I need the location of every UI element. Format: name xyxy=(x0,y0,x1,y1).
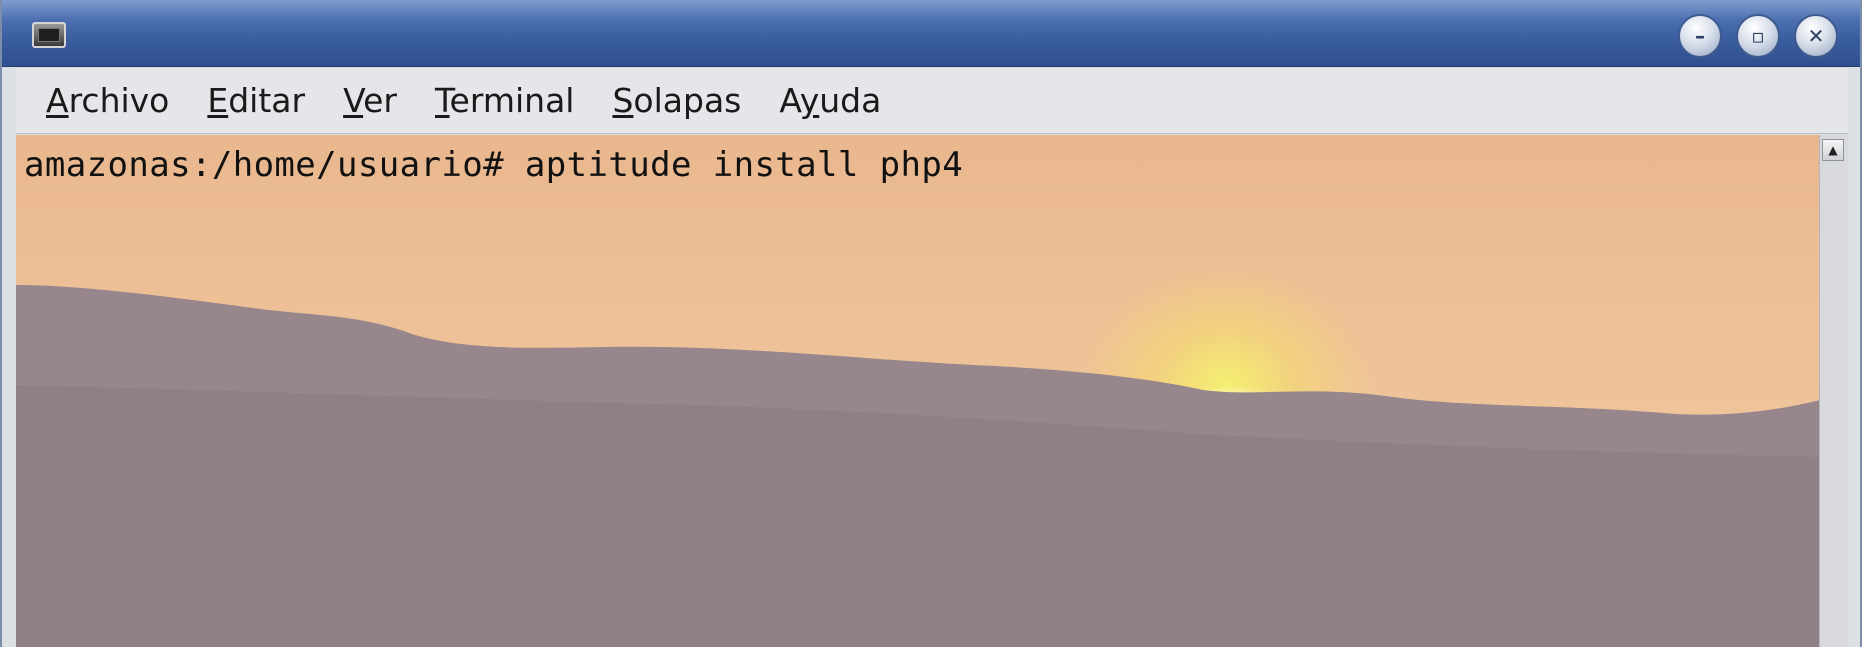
terminal-prompt-line: amazonas:/home/usuario# aptitude install… xyxy=(24,145,964,185)
terminal-window: – ▫ ✕ Archivo Editar Ver Terminal Solapa… xyxy=(0,0,1862,647)
menu-ayuda[interactable]: Ayuda xyxy=(779,81,881,120)
menu-ver[interactable]: Ver xyxy=(343,81,397,120)
arrow-up-icon: ▲ xyxy=(1828,143,1838,157)
vertical-scrollbar[interactable]: ▲ xyxy=(1819,135,1848,647)
close-icon: ✕ xyxy=(1807,24,1825,48)
menu-solapas[interactable]: Solapas xyxy=(612,81,741,120)
minimize-button[interactable]: – xyxy=(1678,14,1722,58)
menu-editar[interactable]: Editar xyxy=(207,81,305,120)
maximize-button[interactable]: ▫ xyxy=(1736,14,1780,58)
terminal-icon[interactable] xyxy=(32,22,66,48)
scroll-up-button[interactable]: ▲ xyxy=(1822,139,1844,161)
background-sunset-image xyxy=(16,285,1820,647)
menu-archivo[interactable]: Archivo xyxy=(46,81,169,120)
maximize-icon: ▫ xyxy=(1751,24,1765,48)
menu-terminal[interactable]: Terminal xyxy=(435,81,574,120)
close-button[interactable]: ✕ xyxy=(1794,14,1838,58)
minimize-icon: – xyxy=(1695,24,1705,48)
terminal-output[interactable]: amazonas:/home/usuario# aptitude install… xyxy=(16,135,1820,647)
window-controls: – ▫ ✕ xyxy=(1678,14,1838,58)
menu-bar: Archivo Editar Ver Terminal Solapas Ayud… xyxy=(16,68,1848,134)
title-bar[interactable]: – ▫ ✕ xyxy=(2,0,1860,67)
